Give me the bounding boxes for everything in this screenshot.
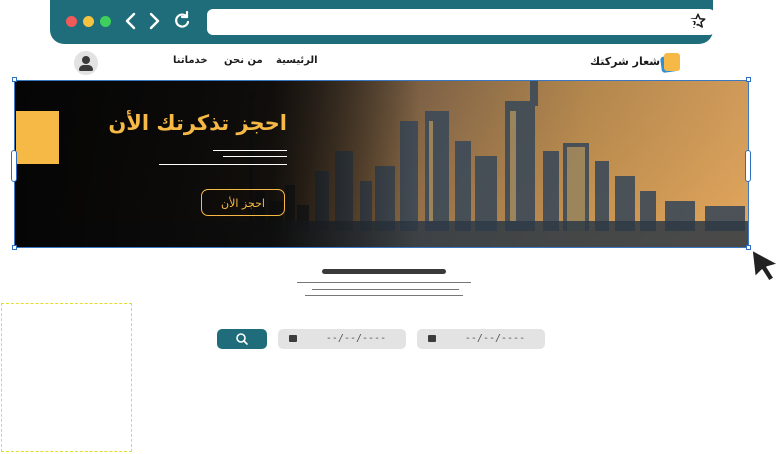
date-to-value: --/--/---- <box>464 333 526 344</box>
nav-link-home[interactable]: الرئيسية <box>276 55 318 66</box>
hero-title: احجز تذكرتك الأن <box>108 111 287 135</box>
resize-handle-right[interactable] <box>745 150 751 182</box>
section-heading-placeholder <box>322 269 446 274</box>
nav-link-services[interactable]: خدماتنا <box>173 55 208 66</box>
hero-text-line <box>159 164 287 165</box>
minimize-window-dot[interactable] <box>83 16 94 27</box>
date-to-field[interactable]: --/--/---- <box>417 329 545 349</box>
resize-handle-bottom-left[interactable] <box>12 245 17 250</box>
site-navbar: خدماتنا من نحن الرئيسية شعار شركتك <box>0 46 782 78</box>
close-window-dot[interactable] <box>66 16 77 27</box>
search-button[interactable] <box>217 329 267 349</box>
book-now-button[interactable]: احجز الأن <box>201 189 285 216</box>
calendar-icon <box>428 335 436 342</box>
logo-text[interactable]: شعار شركتك <box>590 55 660 68</box>
menu-icon[interactable] <box>681 13 697 27</box>
reload-icon[interactable] <box>172 9 192 33</box>
hero-text-line <box>223 156 287 157</box>
hero-text-line <box>213 150 287 151</box>
resize-handle-top-left[interactable] <box>12 77 17 82</box>
calendar-icon <box>289 335 297 342</box>
hero-banner[interactable]: احجز تذكرتك الأن احجز الأن <box>14 80 749 248</box>
address-bar[interactable] <box>207 9 715 35</box>
mouse-cursor-icon <box>750 248 782 282</box>
resize-handle-left[interactable] <box>11 150 17 182</box>
forward-icon[interactable] <box>144 9 164 33</box>
back-icon[interactable] <box>121 9 141 33</box>
text-line-placeholder <box>305 295 463 296</box>
maximize-window-dot[interactable] <box>100 16 111 27</box>
text-line-placeholder <box>297 282 471 283</box>
logo-icon[interactable] <box>660 52 680 73</box>
city-skyline-image <box>15 81 748 247</box>
dashed-placeholder-box[interactable] <box>1 303 132 452</box>
date-from-value: --/--/---- <box>325 333 387 344</box>
avatar-icon[interactable] <box>74 51 98 75</box>
nav-link-about[interactable]: من نحن <box>224 55 263 66</box>
hero-accent-block <box>16 111 59 164</box>
text-line-placeholder <box>312 289 459 290</box>
date-from-field[interactable]: --/--/---- <box>278 329 406 349</box>
search-icon <box>236 333 248 345</box>
browser-toolbar <box>50 0 715 44</box>
resize-handle-top-right[interactable] <box>746 77 751 82</box>
